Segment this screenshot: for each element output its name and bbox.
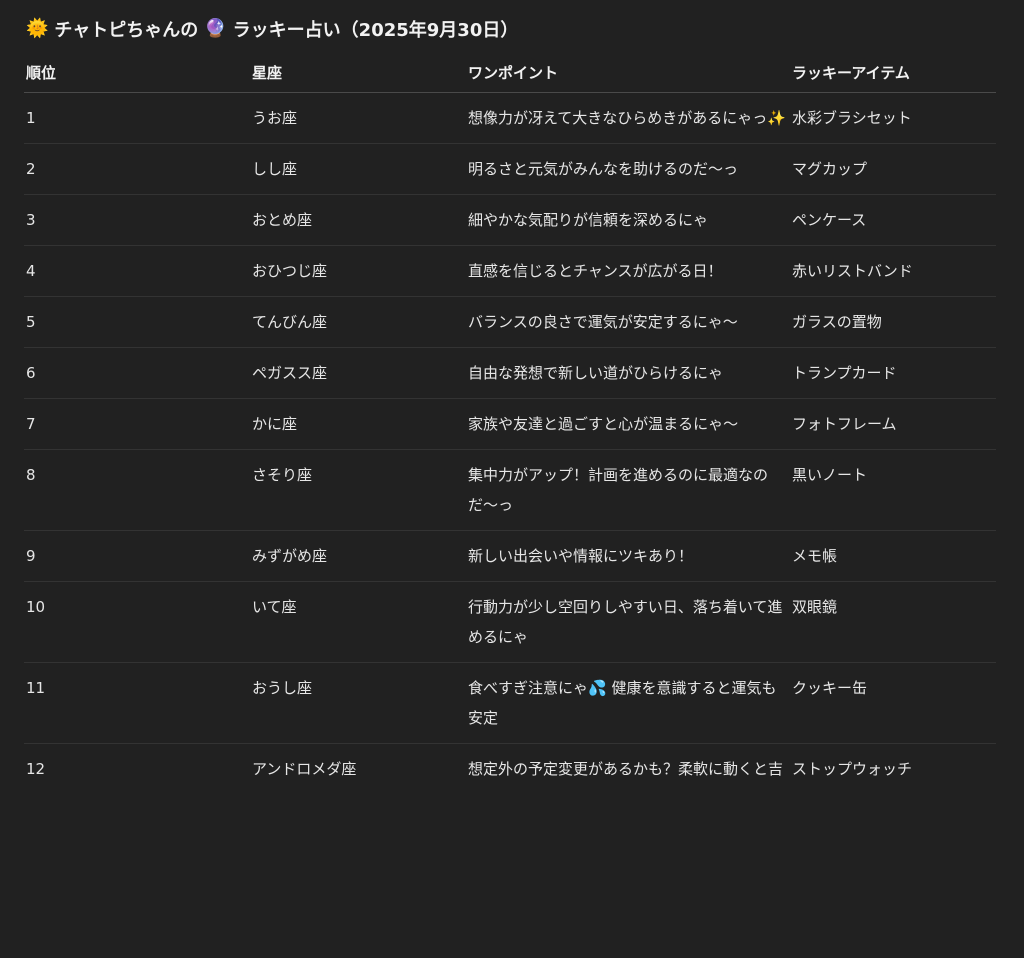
rank-cell: 4 [24, 245, 250, 297]
tip-cell: 行動力が少し空回りしやすい日、落ち着いて進めるにゃ [466, 581, 790, 663]
column-header-rank: 順位 [24, 52, 250, 93]
item-cell: 赤いリストバンド [790, 245, 996, 297]
rank-cell: 11 [24, 662, 250, 744]
table-row: 7 かに座 家族や友達と過ごすと心が温まるにゃ〜 フォトフレーム [24, 398, 996, 450]
tip-cell: バランスの良さで運気が安定するにゃ〜 [466, 296, 790, 348]
table-row: 12 アンドロメダ座 想定外の予定変更があるかも？柔軟に動くと吉 ストップウォッ… [24, 744, 996, 795]
sign-cell: ペガスス座 [250, 347, 466, 399]
item-cell: 黒いノート [790, 449, 996, 531]
item-cell: メモ帳 [790, 530, 996, 582]
table-row: 2 しし座 明るさと元気がみんなを助けるのだ〜っ マグカップ [24, 143, 996, 195]
sun-icon: 🌞 [26, 18, 49, 39]
table-row: 3 おとめ座 細やかな気配りが信頼を深めるにゃ ペンケース [24, 194, 996, 246]
sign-cell: おとめ座 [250, 194, 466, 246]
tip-cell: 集中力がアップ！計画を進めるのに最適なのだ〜っ [466, 449, 790, 531]
column-header-item: ラッキーアイテム [790, 52, 996, 93]
sign-cell: アンドロメダ座 [252, 760, 357, 778]
tip-cell: 家族や友達と過ごすと心が温まるにゃ〜 [466, 398, 790, 450]
sign-cell: てんびん座 [250, 296, 466, 348]
rank-cell: 12 [26, 760, 46, 778]
sign-cell: うお座 [250, 92, 466, 144]
rank-cell: 1 [24, 92, 250, 144]
table-row: 6 ペガスス座 自由な発想で新しい道がひらけるにゃ トランプカード [24, 347, 996, 399]
rank-cell: 2 [24, 143, 250, 195]
table-row: 10 いて座 行動力が少し空回りしやすい日、落ち着いて進めるにゃ 双眼鏡 [24, 581, 996, 663]
item-cell: 水彩ブラシセット [790, 92, 996, 144]
item-cell: ストップウォッチ [792, 760, 913, 778]
table-row: 5 てんびん座 バランスの良さで運気が安定するにゃ〜 ガラスの置物 [24, 296, 996, 348]
rank-cell: 6 [24, 347, 250, 399]
sign-cell: みずがめ座 [250, 530, 466, 582]
tip-cell: 明るさと元気がみんなを助けるのだ〜っ [466, 143, 790, 195]
item-cell: 双眼鏡 [790, 581, 996, 663]
tip-cell: 食べすぎ注意にゃ💦 健康を意識すると運気も安定 [466, 662, 790, 744]
fortune-table: 順位 星座 ワンポイント ラッキーアイテム 1 うお座 想像力が冴えて大きなひら… [24, 52, 996, 794]
item-cell: トランプカード [790, 347, 996, 399]
fortune-page: 🌞 チャトピちゃんの 🔮 ラッキー占い（2025年9月30日） 順位 星座 ワン… [0, 0, 1024, 958]
item-cell: フォトフレーム [790, 398, 996, 450]
rank-cell: 7 [24, 398, 250, 450]
sign-cell: しし座 [250, 143, 466, 195]
column-header-sign: 星座 [250, 52, 466, 93]
sign-cell: かに座 [250, 398, 466, 450]
tip-cell: 新しい出会いや情報にツキあり！ [466, 530, 790, 582]
rank-cell: 8 [24, 449, 250, 531]
tip-cell: 自由な発想で新しい道がひらけるにゃ [466, 347, 790, 399]
table-row: 9 みずがめ座 新しい出会いや情報にツキあり！ メモ帳 [24, 530, 996, 582]
sign-cell: いて座 [250, 581, 466, 663]
item-cell: クッキー缶 [790, 662, 996, 744]
item-cell: ガラスの置物 [790, 296, 996, 348]
tip-cell: 想像力が冴えて大きなひらめきがあるにゃっ✨ [466, 92, 790, 144]
rank-cell: 3 [24, 194, 250, 246]
sign-cell: おひつじ座 [250, 245, 466, 297]
table-row: 1 うお座 想像力が冴えて大きなひらめきがあるにゃっ✨ 水彩ブラシセット [24, 92, 996, 144]
crystal-ball-icon: 🔮 [204, 18, 227, 39]
sign-cell: さそり座 [250, 449, 466, 531]
title-text-part1: チャトピちゃんの [54, 20, 199, 41]
item-cell: マグカップ [790, 143, 996, 195]
table-row: 4 おひつじ座 直感を信じるとチャンスが広がる日！ 赤いリストバンド [24, 245, 996, 297]
column-header-tip: ワンポイント [466, 52, 790, 93]
rank-cell: 10 [24, 581, 250, 663]
title-text-part2: ラッキー占い（2025年9月30日） [232, 20, 519, 41]
table-row: 11 おうし座 食べすぎ注意にゃ💦 健康を意識すると運気も安定 クッキー缶 [24, 662, 996, 744]
rank-cell: 5 [24, 296, 250, 348]
rank-cell: 9 [24, 530, 250, 582]
page-title: 🌞 チャトピちゃんの 🔮 ラッキー占い（2025年9月30日） [26, 14, 518, 44]
table-row: 8 さそり座 集中力がアップ！計画を進めるのに最適なのだ〜っ 黒いノート [24, 449, 996, 531]
tip-cell: 想定外の予定変更があるかも？柔軟に動くと吉 [468, 760, 784, 778]
tip-cell: 直感を信じるとチャンスが広がる日！ [466, 245, 790, 297]
item-cell: ペンケース [790, 194, 996, 246]
table-header-row: 順位 星座 ワンポイント ラッキーアイテム [24, 52, 996, 93]
tip-cell: 細やかな気配りが信頼を深めるにゃ [466, 194, 790, 246]
sign-cell: おうし座 [250, 662, 466, 744]
